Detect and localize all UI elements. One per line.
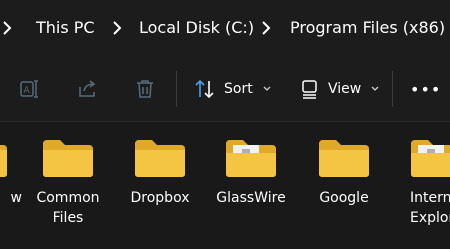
- folder-label: Common Files: [28, 188, 108, 228]
- breadcrumb: This PC Local Disk (C:) Program Files (x…: [0, 0, 450, 57]
- folder-item[interactable]: Common Files: [28, 138, 108, 228]
- folder-icon: [0, 145, 7, 177]
- delete-button[interactable]: [134, 73, 156, 105]
- folder-label-line: Explor: [410, 210, 450, 226]
- share-icon: [79, 80, 96, 97]
- chevron-right-icon[interactable]: [261, 20, 271, 36]
- chevron-right-icon[interactable]: [2, 20, 12, 36]
- breadcrumb-item-local-disk[interactable]: Local Disk (C:): [139, 18, 254, 38]
- rename-button[interactable]: A: [19, 73, 41, 105]
- breadcrumb-item-program-files-x86[interactable]: Program Files (x86): [290, 18, 445, 38]
- sort-button[interactable]: Sort: [194, 73, 271, 105]
- rename-icon: A: [20, 80, 38, 98]
- view-icon: [302, 80, 317, 99]
- svg-text:A: A: [24, 86, 31, 96]
- chevron-right-icon[interactable]: [112, 20, 122, 36]
- folder-icon: [135, 140, 185, 177]
- folder-label: GlassWire: [216, 190, 286, 206]
- folder-app-icon: [411, 140, 450, 177]
- command-bar: A Sort View •••: [0, 57, 450, 121]
- folder-label: Google: [319, 190, 369, 206]
- chevron-down-icon: [371, 86, 379, 91]
- folder-label: Dropbox: [130, 190, 190, 206]
- sort-icon: [195, 79, 214, 99]
- folder-item[interactable]: GlassWire: [211, 138, 291, 208]
- folder-label-line: Common: [36, 190, 100, 206]
- see-more-button[interactable]: •••: [410, 73, 441, 105]
- folder-label: w: [10, 190, 22, 206]
- file-list: w Common Files Dropbox GlassWire Google …: [0, 122, 450, 249]
- sort-label: Sort: [224, 81, 253, 97]
- view-label: View: [328, 81, 362, 97]
- folder-label-line: Interne: [410, 190, 450, 206]
- more-icon: •••: [410, 79, 442, 99]
- breadcrumb-item-this-pc[interactable]: This PC: [36, 18, 95, 38]
- view-button[interactable]: View: [300, 73, 379, 105]
- folder-app-icon: [226, 140, 276, 177]
- folder-item[interactable]: Dropbox: [120, 138, 200, 208]
- folder-icon: [319, 140, 369, 177]
- folder-item[interactable]: w: [0, 138, 22, 208]
- separator: [176, 71, 177, 107]
- share-button[interactable]: [77, 73, 99, 105]
- folder-item[interactable]: Interne Explor: [396, 138, 450, 228]
- separator: [392, 71, 393, 107]
- folder-label: Interne Explor: [396, 188, 450, 228]
- folder-icon: [43, 140, 93, 177]
- folder-label-line: Files: [52, 210, 84, 226]
- chevron-down-icon: [263, 86, 271, 91]
- folder-item[interactable]: Google: [304, 138, 384, 208]
- trash-icon: [137, 80, 153, 98]
